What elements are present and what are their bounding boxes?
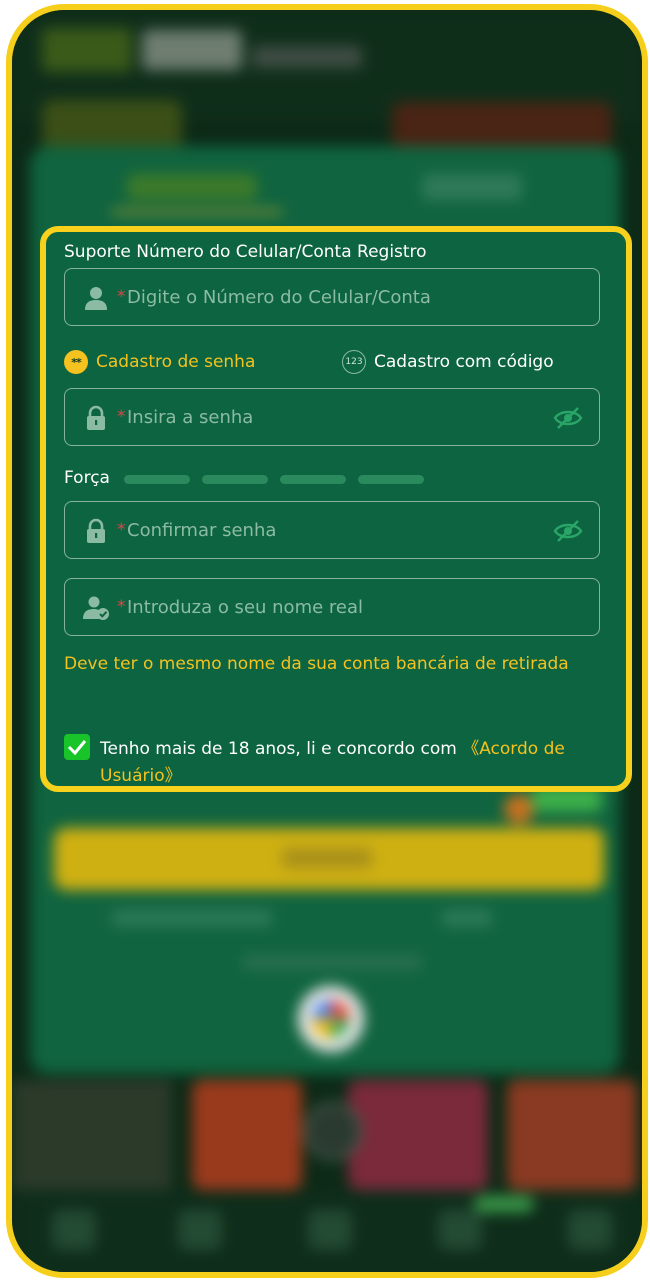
- password-register-option[interactable]: ** Cadastro de senha: [64, 350, 255, 374]
- bg-banner-left: [42, 100, 182, 150]
- required-mark: *: [117, 287, 126, 307]
- user-check-icon: [83, 596, 109, 620]
- lock-icon: [87, 405, 105, 430]
- bg-nav-item: [52, 1210, 96, 1250]
- screen: Suporte Número do Celular/Conta Registro…: [12, 10, 642, 1272]
- bg-logo: [42, 28, 132, 72]
- bg-or-divider: [242, 955, 422, 969]
- bg-tab-indicator: [112, 210, 282, 214]
- password-option-label: Cadastro de senha: [96, 352, 256, 372]
- account-placeholder: Digite o Número do Celular/Conta: [127, 287, 431, 308]
- bg-nav-badge: [474, 1196, 534, 1212]
- code-option-icon: 123: [342, 350, 366, 374]
- real-name-warning: Deve ter o mesmo nome da sua conta bancá…: [64, 654, 569, 674]
- bg-logo-domain: [252, 46, 362, 68]
- bg-tab-register: [127, 174, 257, 200]
- confirm-password-input[interactable]: * Confirmar senha: [64, 501, 600, 559]
- bg-badge-icon: [504, 794, 534, 824]
- bg-other-link: [442, 910, 492, 926]
- eye-slash-icon[interactable]: [553, 518, 583, 544]
- bg-game-tile: [348, 1080, 488, 1190]
- real-name-input[interactable]: * Introduza o seu nome real: [64, 578, 600, 636]
- bg-nav-item: [438, 1210, 482, 1250]
- agreement-label: Tenho mais de 18 anos, li e concordo com: [100, 739, 463, 759]
- bg-nav-item: [178, 1210, 222, 1250]
- check-icon: [67, 740, 87, 756]
- eye-slash-icon[interactable]: [553, 405, 583, 431]
- bg-register-button-text: [282, 848, 372, 868]
- lock-icon: [87, 518, 105, 543]
- real-name-placeholder: Introduza o seu nome real: [127, 597, 364, 618]
- agree-checkbox[interactable]: [64, 734, 90, 760]
- required-mark: *: [117, 407, 126, 427]
- bg-game-tile: [12, 1080, 172, 1190]
- required-mark: *: [117, 520, 126, 540]
- password-input[interactable]: * Insira a senha: [64, 388, 600, 446]
- bg-google-icon: [298, 986, 364, 1052]
- confirm-password-placeholder: Confirmar senha: [127, 520, 277, 541]
- agreement-text: Tenho mais de 18 anos, li e concordo com…: [100, 736, 600, 790]
- strength-bar-segment: [124, 475, 190, 484]
- bg-game-tile: [192, 1080, 302, 1190]
- registration-form-card: Suporte Número do Celular/Conta Registro…: [40, 226, 632, 792]
- code-option-label: Cadastro com código: [374, 352, 554, 372]
- bg-support-link: [112, 910, 272, 926]
- bg-nav-item: [568, 1210, 612, 1250]
- account-label: Suporte Número do Celular/Conta Registro: [64, 242, 427, 262]
- strength-label: Força: [64, 468, 110, 488]
- strength-bar-segment: [358, 475, 424, 484]
- bg-banner-right: [392, 102, 612, 150]
- user-icon: [85, 287, 107, 310]
- strength-bar-segment: [202, 475, 268, 484]
- bg-nav-item: [308, 1210, 352, 1250]
- password-placeholder: Insira a senha: [127, 407, 254, 428]
- strength-bar-segment: [280, 475, 346, 484]
- account-input[interactable]: * Digite o Número do Celular/Conta: [64, 268, 600, 326]
- bg-close-circle: [304, 1102, 362, 1160]
- password-option-icon: **: [64, 350, 88, 374]
- code-register-option[interactable]: 123 Cadastro com código: [342, 350, 554, 374]
- bg-game-tile: [507, 1080, 637, 1190]
- bg-tab-login: [422, 174, 522, 200]
- required-mark: *: [117, 597, 126, 617]
- bg-logo-text: [142, 30, 242, 70]
- phone-frame: Suporte Número do Celular/Conta Registro…: [6, 4, 648, 1278]
